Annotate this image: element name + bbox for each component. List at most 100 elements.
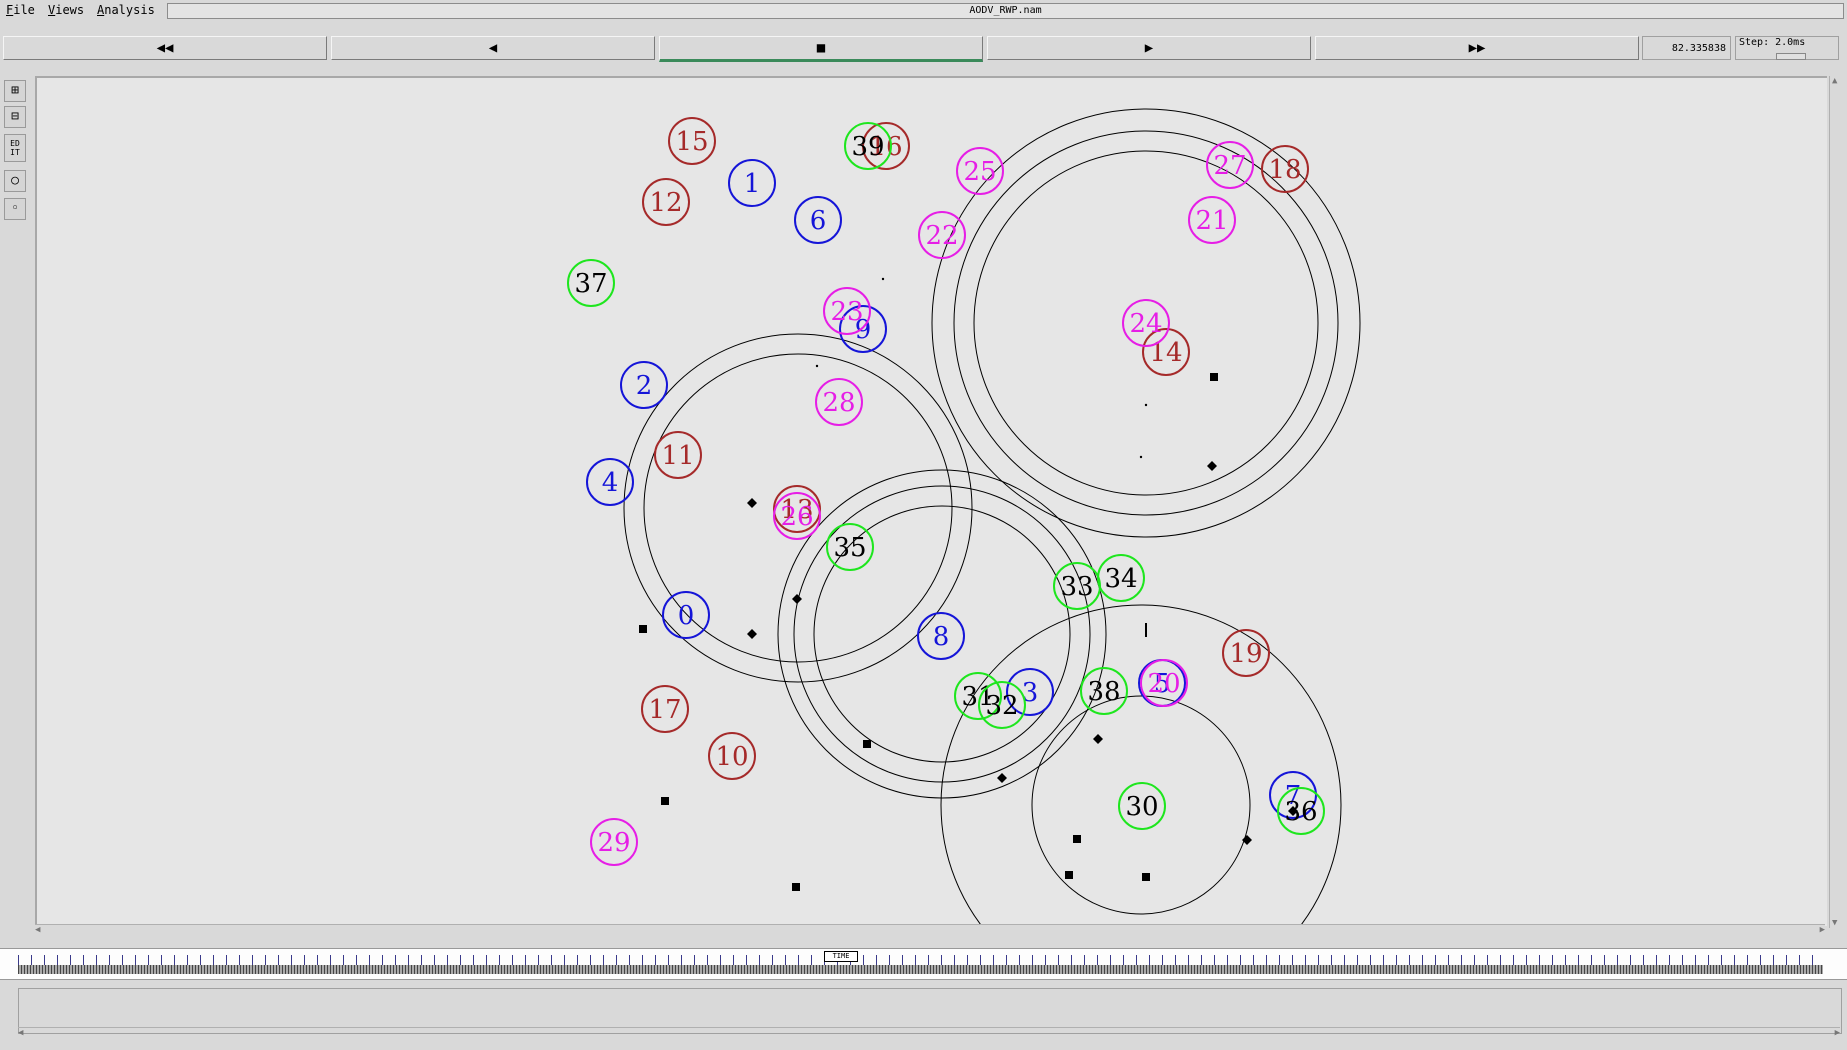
packet-dot bbox=[1139, 455, 1143, 459]
rewind-button[interactable]: ◀◀ bbox=[3, 36, 327, 60]
scroll-right-icon[interactable]: ▶ bbox=[1820, 925, 1825, 935]
node-label: 21 bbox=[1195, 206, 1228, 236]
node-label: 25 bbox=[963, 157, 996, 187]
node-12[interactable]: 12 bbox=[642, 178, 690, 226]
packet-square[interactable] bbox=[792, 883, 800, 891]
network-view[interactable]: 0123456789101112131415 1617181920212223 24… bbox=[37, 78, 1827, 924]
node-label: 24 bbox=[1129, 309, 1162, 339]
node-2[interactable]: 2 bbox=[620, 361, 668, 409]
node-32[interactable]: 32 bbox=[978, 681, 1026, 729]
node-37[interactable]: 37 bbox=[567, 259, 615, 307]
zoom-in-icon[interactable]: ⊞ bbox=[4, 80, 26, 102]
node-21[interactable]: 21 bbox=[1188, 196, 1236, 244]
monitor-scroll-left-icon[interactable]: ◀ bbox=[18, 1028, 23, 1038]
node-30[interactable]: 30 bbox=[1118, 782, 1166, 830]
node-label: 27 bbox=[1213, 151, 1246, 181]
node-8[interactable]: 8 bbox=[917, 612, 965, 660]
node-39[interactable]: 39 bbox=[844, 122, 892, 170]
packet-diamond[interactable] bbox=[997, 773, 1007, 783]
packet-square[interactable] bbox=[1142, 873, 1150, 881]
packet-square[interactable] bbox=[661, 797, 669, 805]
node-10[interactable]: 10 bbox=[708, 732, 756, 780]
packet-square[interactable] bbox=[639, 625, 647, 633]
circle-small-icon[interactable]: ◦ bbox=[4, 198, 26, 220]
node-label: 10 bbox=[715, 742, 748, 772]
node-label: 2 bbox=[636, 371, 653, 401]
node-label: 1 bbox=[744, 169, 761, 199]
packet-square[interactable] bbox=[1073, 835, 1081, 843]
packet-square[interactable] bbox=[1065, 871, 1073, 879]
packet-diamond[interactable] bbox=[792, 594, 802, 604]
play-button[interactable]: ▶ bbox=[987, 36, 1311, 60]
timeline-slider[interactable]: TIME bbox=[0, 948, 1847, 980]
packet-square[interactable] bbox=[1210, 373, 1218, 381]
node-23[interactable]: 23 bbox=[823, 287, 871, 335]
node-22[interactable]: 22 bbox=[918, 211, 966, 259]
packet-square[interactable] bbox=[863, 740, 871, 748]
stop-button[interactable]: ■ bbox=[659, 36, 983, 62]
node-34[interactable]: 34 bbox=[1097, 554, 1145, 602]
node-38[interactable]: 38 bbox=[1080, 667, 1128, 715]
edit-icon[interactable]: ED IT bbox=[4, 134, 26, 162]
monitor-scrollbar[interactable]: ◀ ▶ bbox=[18, 1027, 1840, 1040]
animation-canvas[interactable]: 0 1 2 3 4 5 6 7 8 9 10 11 12 13 14 15 16 17 18 19 20 21 22 23 24… bbox=[35, 76, 1827, 926]
menu-bar: File Views Analysis AODV_RWP.nam bbox=[0, 0, 1847, 22]
node-label: 20 bbox=[1147, 669, 1180, 699]
zoom-out-icon[interactable]: ⊟ bbox=[4, 106, 26, 128]
fast-forward-icon: ▶▶ bbox=[1468, 40, 1486, 56]
packet-diamond[interactable] bbox=[1093, 734, 1103, 744]
menu-file[interactable]: File bbox=[6, 3, 35, 17]
node-28[interactable]: 28 bbox=[815, 378, 863, 426]
window-title: AODV_RWP.nam bbox=[167, 3, 1844, 19]
node-label: 37 bbox=[574, 269, 607, 299]
node-19[interactable]: 19 bbox=[1222, 629, 1270, 677]
packet-dot bbox=[881, 277, 885, 281]
menu-views[interactable]: Views bbox=[48, 3, 84, 17]
step-slider[interactable] bbox=[1776, 53, 1806, 60]
timeline-marker[interactable]: TIME bbox=[824, 951, 858, 962]
node-29[interactable]: 29 bbox=[590, 818, 638, 866]
node-33[interactable]: 33 bbox=[1053, 562, 1101, 610]
play-forward-icon: ▶ bbox=[1144, 40, 1154, 56]
packet-diamond[interactable] bbox=[1207, 461, 1217, 471]
packet-diamond[interactable] bbox=[747, 498, 757, 508]
node-1[interactable]: 1 bbox=[728, 159, 776, 207]
node-27[interactable]: 27 bbox=[1206, 141, 1254, 189]
node-label: 26 bbox=[780, 502, 813, 532]
node-0[interactable]: 0 bbox=[662, 591, 710, 639]
node-label: 30 bbox=[1125, 792, 1158, 822]
menu-analysis[interactable]: Analysis bbox=[97, 3, 155, 17]
packet-diamond[interactable] bbox=[747, 629, 757, 639]
node-label: 11 bbox=[661, 441, 694, 471]
node-label: 17 bbox=[648, 695, 681, 725]
scroll-left-icon[interactable]: ◀ bbox=[35, 925, 40, 935]
step-back-button[interactable]: ◀ bbox=[331, 36, 655, 60]
fast-forward-button[interactable]: ▶▶ bbox=[1315, 36, 1639, 60]
scroll-up-icon[interactable]: ▲ bbox=[1832, 76, 1837, 86]
node-label: 18 bbox=[1268, 155, 1301, 185]
node-label: 29 bbox=[597, 828, 630, 858]
node-label: 6 bbox=[810, 206, 827, 236]
node-18[interactable]: 18 bbox=[1261, 145, 1309, 193]
node-label: 32 bbox=[985, 691, 1018, 721]
node-label: 23 bbox=[830, 297, 863, 327]
node-label: 8 bbox=[933, 622, 950, 652]
transmission-ring bbox=[940, 604, 1342, 924]
circle-large-icon[interactable]: ○ bbox=[4, 170, 26, 192]
node-6[interactable]: 6 bbox=[794, 196, 842, 244]
node-label: 15 bbox=[675, 127, 708, 157]
node-20[interactable]: 20 bbox=[1140, 659, 1188, 707]
node-35[interactable]: 35 bbox=[826, 523, 874, 571]
node-label: 35 bbox=[833, 533, 866, 563]
node-11[interactable]: 11 bbox=[654, 431, 702, 479]
node-17[interactable]: 17 bbox=[641, 685, 689, 733]
scroll-down-icon[interactable]: ▼ bbox=[1832, 918, 1837, 928]
node-25[interactable]: 25 bbox=[956, 147, 1004, 195]
horizontal-scrollbar[interactable]: ◀ ▶ bbox=[35, 924, 1825, 937]
timeline-ticks bbox=[18, 955, 1823, 965]
vertical-scrollbar[interactable]: ▲ ▼ bbox=[1829, 76, 1844, 928]
packet-dot bbox=[815, 364, 819, 368]
monitor-scroll-right-icon[interactable]: ▶ bbox=[1835, 1028, 1840, 1038]
node-15[interactable]: 15 bbox=[668, 117, 716, 165]
step-control[interactable]: Step: 2.0ms bbox=[1735, 36, 1839, 60]
